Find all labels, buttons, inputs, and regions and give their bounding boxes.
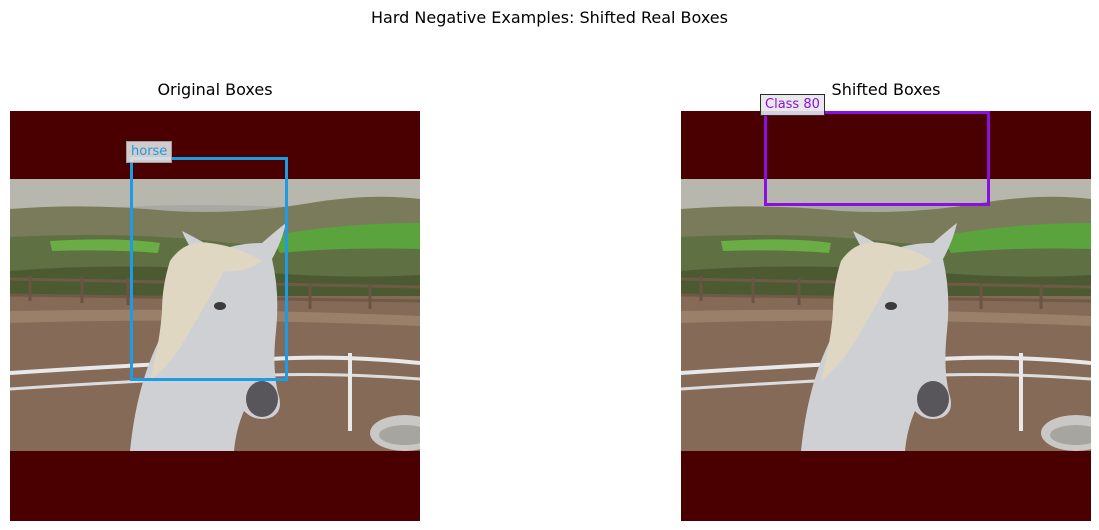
panel-title-shifted: Shifted Boxes — [831, 80, 941, 99]
figure-title: Hard Negative Examples: Shifted Real Box… — [371, 8, 728, 27]
panel-title-original: Original Boxes — [157, 80, 273, 99]
box-label-class-80: Class 80 — [760, 94, 825, 116]
figure: Hard Negative Examples: Shifted Real Box… — [0, 0, 1099, 530]
photo-content — [681, 179, 1091, 451]
bounding-box-horse — [130, 157, 288, 381]
box-label-horse: horse — [126, 141, 173, 163]
bounding-box-class-80 — [764, 111, 990, 206]
